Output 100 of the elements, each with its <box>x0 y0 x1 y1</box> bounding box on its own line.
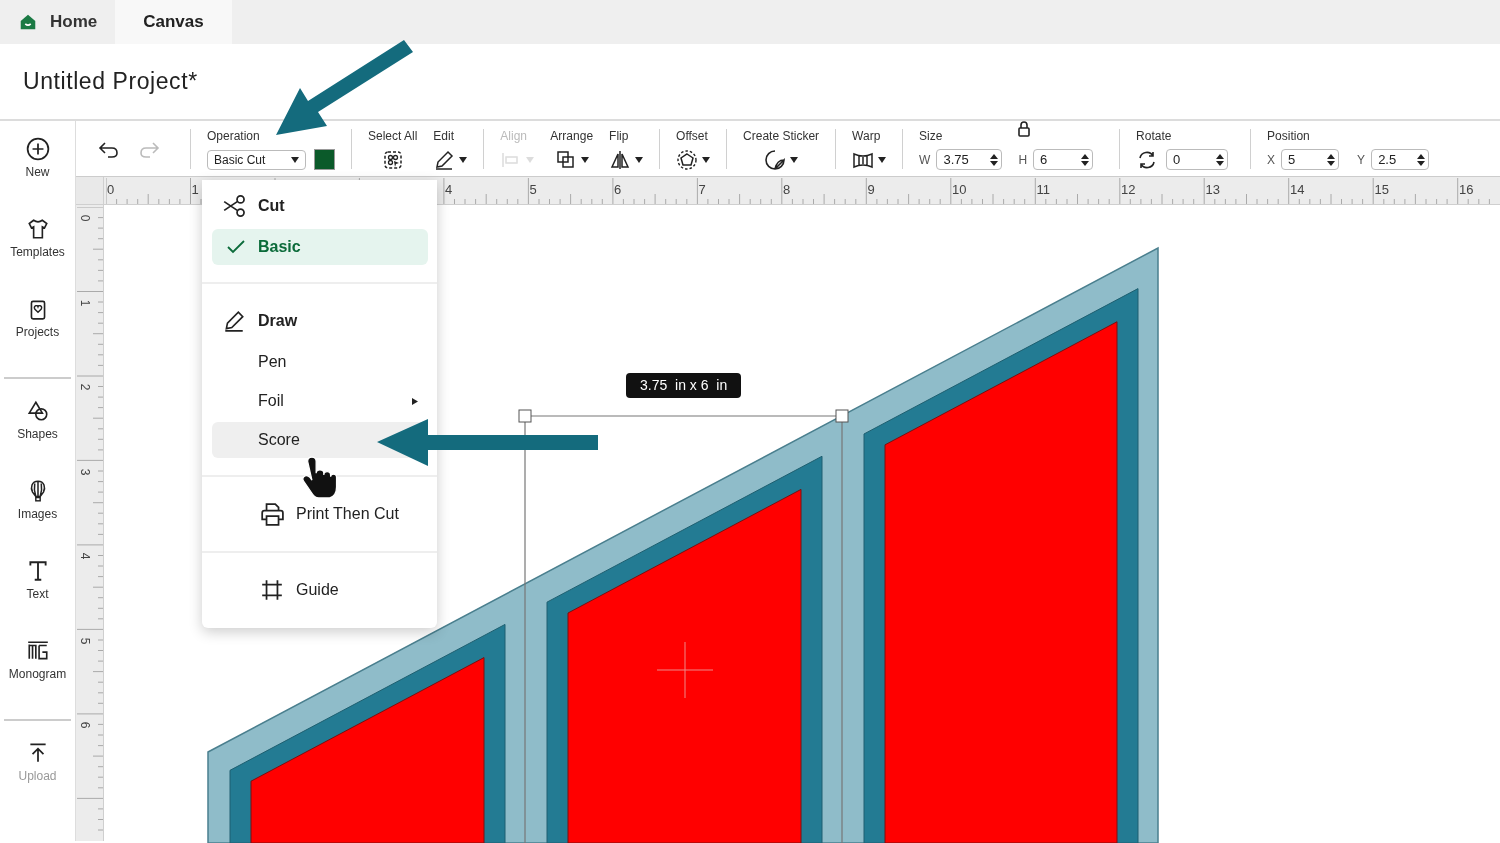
tool-label: Create Sticker <box>743 127 820 145</box>
ruler-number: 0 <box>77 214 94 222</box>
ruler-number: 1 <box>191 181 199 199</box>
caret-icon <box>291 156 299 163</box>
menu-option[interactable]: Foil <box>212 383 428 419</box>
tool-label: Flip <box>609 127 629 145</box>
tool-button[interactable] <box>676 148 711 171</box>
menu-option[interactable]: Pen <box>212 344 428 380</box>
material-color-swatch[interactable] <box>314 149 335 170</box>
pencil-icon <box>433 148 456 171</box>
tool-button[interactable] <box>764 148 799 171</box>
resize-handle[interactable] <box>835 409 849 423</box>
pencil-icon <box>222 309 246 333</box>
sidebar-item[interactable]: Shapes <box>0 389 75 469</box>
caret-icon <box>580 156 589 163</box>
shirt-icon <box>25 217 50 241</box>
x-position-field[interactable]: 5 <box>1281 149 1340 170</box>
ruler-number: 16 <box>1459 181 1474 199</box>
ruler-number: 9 <box>867 181 875 199</box>
project-title: Untitled Project* <box>23 67 198 97</box>
sidebar-item[interactable]: Monogram <box>0 629 75 709</box>
house-icon <box>18 12 38 32</box>
ruler-number: 11 <box>1036 181 1050 199</box>
submenu-arrow-icon <box>412 398 418 405</box>
spinner-arrows-icon[interactable] <box>1081 152 1090 167</box>
sidebar-item[interactable]: New <box>0 127 75 207</box>
printer-icon <box>260 502 284 526</box>
field-label: X <box>1267 151 1276 169</box>
sidebar-item[interactable]: Templates <box>0 207 75 287</box>
ruler-number: 4 <box>445 181 453 199</box>
lock-icon[interactable] <box>1017 121 1032 137</box>
caret-icon <box>878 156 887 163</box>
ruler-number: 0 <box>107 181 115 199</box>
ruler-number: 15 <box>1374 181 1389 199</box>
tool-label: Arrange <box>550 127 594 145</box>
ruler-number: 3 <box>77 468 94 475</box>
sticker-icon <box>764 148 787 171</box>
pointer-cursor-icon <box>302 456 338 499</box>
operation-dropdown[interactable]: Basic Cut <box>207 149 306 170</box>
field-label: W <box>919 151 931 169</box>
ruler-number: 12 <box>1121 181 1136 199</box>
menu-option[interactable]: Basic <box>212 229 428 265</box>
ruler-number: 6 <box>77 721 94 729</box>
ruler-number: 10 <box>952 181 967 199</box>
select-all-icon <box>381 148 404 171</box>
spinner-arrows-icon[interactable] <box>1216 152 1225 167</box>
sidebar-item[interactable]: Images <box>0 469 75 549</box>
menu-heading: Draw <box>202 301 437 341</box>
new-icon <box>25 137 50 161</box>
resize-handle[interactable] <box>518 409 532 423</box>
tool-label: Size <box>919 128 943 145</box>
height-field[interactable]: 6 <box>1033 149 1094 170</box>
tool-label: Rotate <box>1136 127 1172 145</box>
tab[interactable]: Canvas <box>115 0 232 44</box>
y-position-field[interactable]: 2.5 <box>1371 149 1430 170</box>
ruler-number: 13 <box>1205 181 1220 199</box>
caret-icon <box>526 156 535 163</box>
size-tooltip: 3.75 in x 6 in <box>626 373 742 398</box>
ruler-number: 5 <box>77 637 94 644</box>
tool-label: Operation <box>207 128 260 145</box>
sidebar-item[interactable]: Projects <box>0 287 75 367</box>
spinner-arrows-icon[interactable] <box>1417 152 1426 167</box>
field-label: Y <box>1357 151 1366 169</box>
spinner-arrows-icon[interactable] <box>1327 152 1336 167</box>
caret-icon <box>702 156 711 163</box>
guide-icon <box>260 578 284 602</box>
menu-option[interactable]: Guide <box>202 570 437 610</box>
caret-icon <box>459 156 468 163</box>
ruler-number: 4 <box>77 552 94 560</box>
tool-button[interactable] <box>381 148 404 171</box>
offset-icon <box>676 148 699 171</box>
sidebar-item[interactable]: Text <box>0 549 75 629</box>
tool-label: Offset <box>676 127 708 145</box>
rotate-field[interactable]: 0 <box>1166 149 1229 170</box>
arrange-icon <box>554 148 577 171</box>
tool-label: Edit <box>433 127 455 145</box>
width-field[interactable]: 3.75 <box>936 149 1003 170</box>
tool-label: Align <box>500 127 528 145</box>
tool-button[interactable] <box>433 148 468 171</box>
ruler-number: 2 <box>77 383 94 391</box>
ruler-number: 6 <box>614 181 622 199</box>
ruler-number: 7 <box>698 181 706 199</box>
field-label: H <box>1018 151 1028 169</box>
tool-label: Warp <box>852 127 881 145</box>
caret-icon <box>635 156 644 163</box>
scissors-icon <box>222 194 246 218</box>
ruler-number: 1 <box>77 299 94 306</box>
tool-button[interactable] <box>554 148 589 171</box>
ruler-number: 14 <box>1290 181 1305 199</box>
caret-icon <box>790 156 799 163</box>
shapes-icon <box>25 399 50 423</box>
tool-label: Position <box>1267 128 1310 145</box>
menu-option[interactable]: Print Then Cut <box>202 494 437 534</box>
center-crosshair <box>656 641 714 699</box>
ruler-number: 8 <box>783 181 791 199</box>
tool-label: Select All <box>368 127 418 145</box>
tool-button[interactable] <box>609 148 644 171</box>
check-icon <box>226 239 246 255</box>
ruler-number: 5 <box>529 181 537 199</box>
spinner-arrows-icon[interactable] <box>990 152 999 167</box>
